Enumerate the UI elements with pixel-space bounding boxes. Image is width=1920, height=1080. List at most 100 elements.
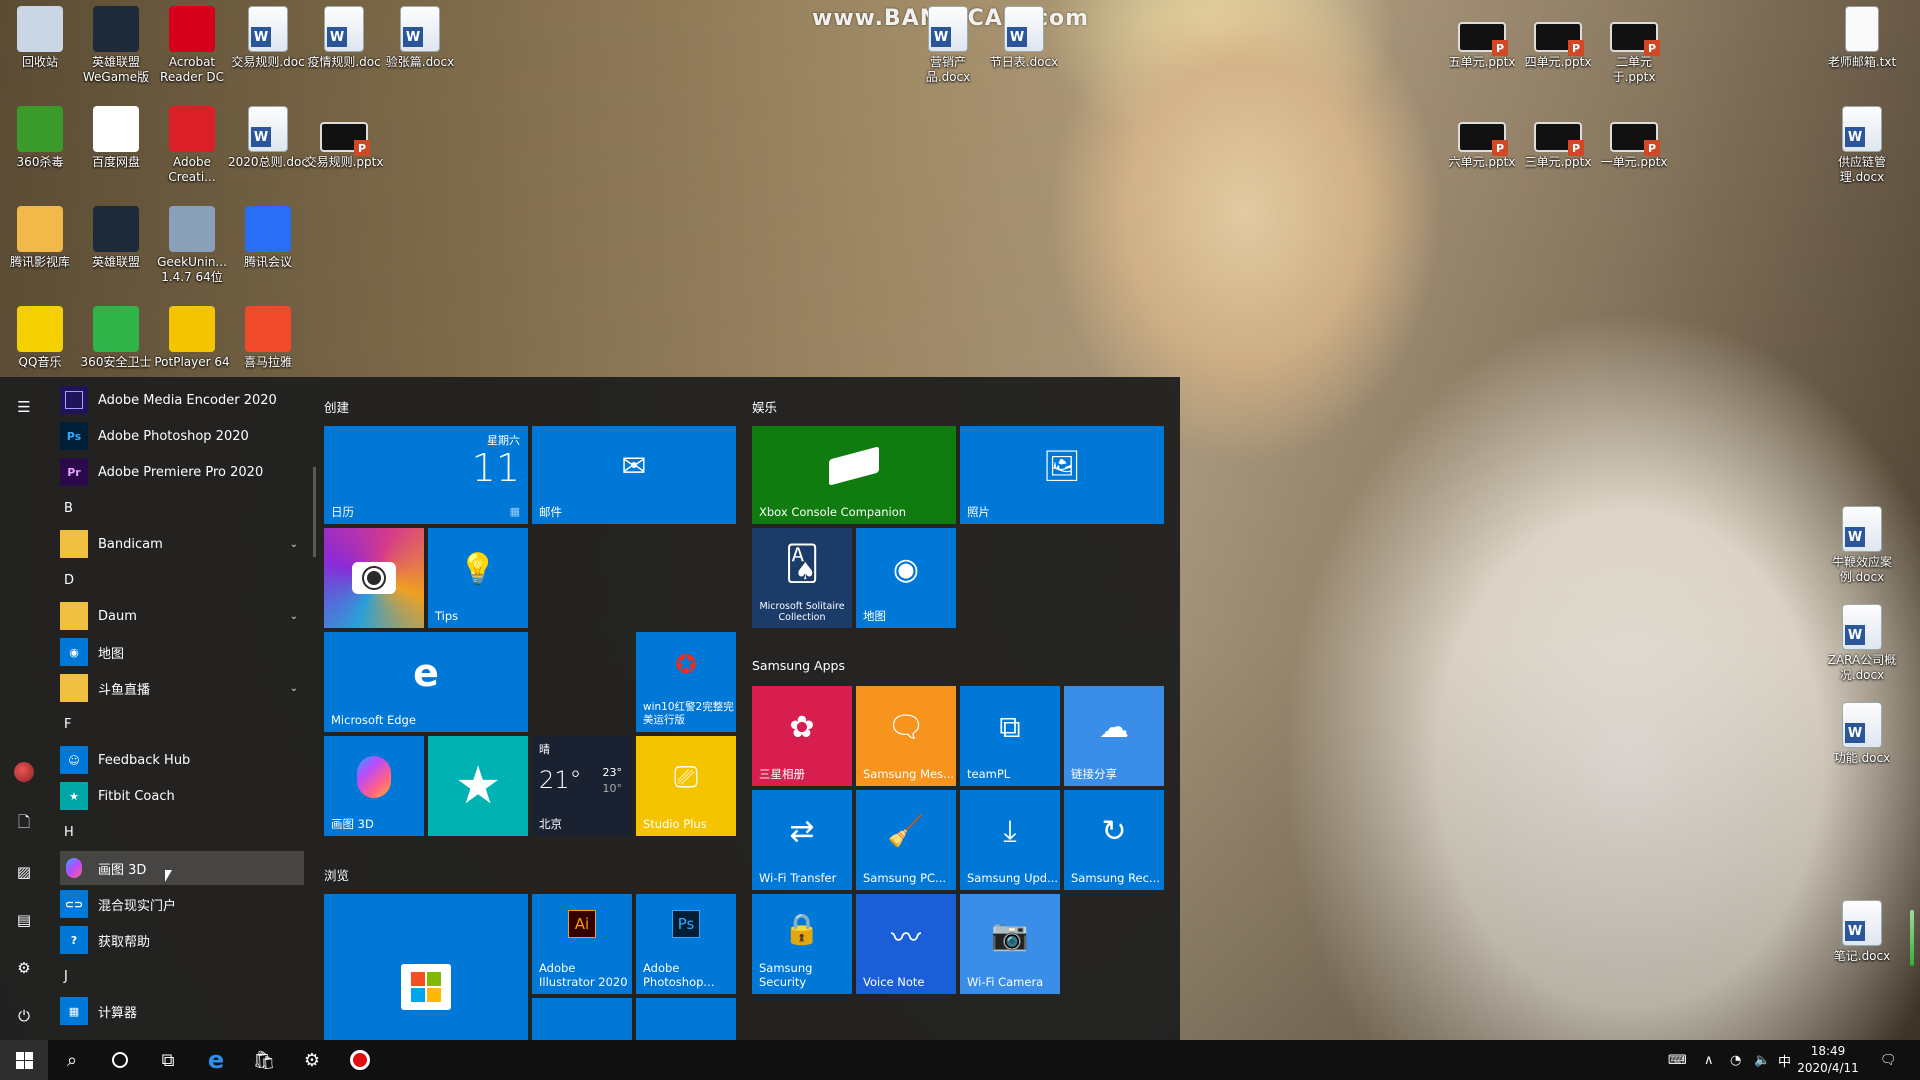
taskbar-bandicam[interactable]: [336, 1040, 384, 1080]
tile-maps[interactable]: ◉ 地图: [856, 528, 956, 628]
tile-adobe-illustrator[interactable]: Ai Adobe Illustrator 2020: [532, 894, 632, 994]
app-adobe-media-encoder[interactable]: Adobe Media Encoder 2020: [60, 383, 304, 417]
desktop-icon[interactable]: 交易规则.pptx: [304, 106, 384, 170]
group-title-browse[interactable]: 浏览: [324, 865, 349, 884]
section-letter-b[interactable]: B: [64, 501, 73, 516]
cortana-button[interactable]: [96, 1040, 144, 1080]
tile-samsung-messages[interactable]: 🗨 Samsung Mes...: [856, 686, 956, 786]
section-letter-h[interactable]: H: [64, 825, 74, 840]
app-daum-folder[interactable]: Daum ⌄: [60, 599, 304, 633]
desktop-icon[interactable]: 二单元 于.pptx: [1594, 6, 1674, 85]
start-button[interactable]: [0, 1040, 48, 1080]
tile-fitbit[interactable]: ★: [428, 736, 528, 836]
taskbar-settings[interactable]: ⚙: [288, 1040, 336, 1080]
search-button[interactable]: ⌕: [48, 1040, 96, 1080]
desktop-icon[interactable]: 节日表.docx: [984, 6, 1064, 70]
app-get-help[interactable]: ? 获取帮助: [60, 923, 304, 957]
settings-gear-icon[interactable]: ⚙: [14, 958, 34, 978]
tile-samsung-gallery[interactable]: ✿ 三星相册: [752, 686, 852, 786]
tile-voice-note[interactable]: 〰 Voice Note: [856, 894, 956, 994]
desktop-icon[interactable]: 五单元.pptx: [1442, 6, 1522, 70]
app-feedback-hub[interactable]: ☺ Feedback Hub: [60, 743, 304, 777]
desktop-icon[interactable]: 2020总则.doc: [228, 106, 308, 170]
tile-studio-plus[interactable]: ⎚ Studio Plus: [636, 736, 736, 836]
user-avatar[interactable]: [14, 762, 34, 782]
tray-chevron-up-icon[interactable]: ∧: [1704, 1040, 1714, 1080]
tray-network-icon[interactable]: ◔: [1730, 1040, 1741, 1080]
app-list-scrollbar[interactable]: [313, 467, 316, 557]
tile-samsung-recovery[interactable]: ↻ Samsung Rec...: [1064, 790, 1164, 890]
tile-xbox-console-companion[interactable]: Xbox Console Companion: [752, 426, 956, 524]
tile-camera[interactable]: [324, 528, 424, 628]
app-adobe-photoshop[interactable]: Ps Adobe Photoshop 2020: [60, 419, 304, 453]
pictures-icon[interactable]: ▨: [14, 862, 34, 882]
desktop-icon[interactable]: 疫情规则.doc: [304, 6, 384, 70]
tile-samsung-update[interactable]: ⤓ Samsung Upd...: [960, 790, 1060, 890]
tile-tips[interactable]: 💡 Tips: [428, 528, 528, 628]
tile-wifi-transfer[interactable]: ⇄ Wi-Fi Transfer: [752, 790, 852, 890]
desktop-icon[interactable]: 验张篇.docx: [380, 6, 460, 70]
tile-teampl[interactable]: ⧉ teamPL: [960, 686, 1060, 786]
file-explorer-icon[interactable]: ▤: [14, 910, 34, 930]
app-maps[interactable]: ◉ 地图: [60, 635, 304, 669]
task-view-button[interactable]: ⧉: [144, 1040, 192, 1080]
desktop-icon[interactable]: 一单元.pptx: [1594, 106, 1674, 170]
desktop-icon[interactable]: 老师邮箱.txt: [1822, 6, 1902, 70]
section-letter-f[interactable]: F: [64, 717, 71, 732]
desktop-icon[interactable]: 回收站: [0, 6, 80, 70]
tile-link-sharing[interactable]: ☁ 链接分享: [1064, 686, 1164, 786]
desktop-icon[interactable]: 交易规则.doc: [228, 6, 308, 70]
desktop-icon[interactable]: 腾讯影视库: [0, 206, 80, 270]
desktop-icon[interactable]: 英雄联盟WeGame版: [76, 6, 156, 85]
app-bandicam-folder[interactable]: Bandicam ⌄: [60, 527, 304, 561]
app-calculator[interactable]: ▦ 计算器: [60, 994, 304, 1028]
desktop-icon[interactable]: 牛鞭效应案例.docx: [1822, 506, 1902, 585]
tile-weather[interactable]: 晴 21° 23° 10° 北京: [532, 736, 632, 836]
desktop-icon[interactable]: 360安全卫士: [76, 306, 156, 370]
taskbar-store[interactable]: 🛍: [240, 1040, 288, 1080]
taskbar-clock[interactable]: 18:49 2020/4/11: [1788, 1043, 1868, 1077]
desktop-icon[interactable]: GeekUnin... 1.4.7 64位: [152, 206, 232, 285]
desktop-icon[interactable]: 六单元.pptx: [1442, 106, 1522, 170]
section-letter-d[interactable]: D: [64, 573, 74, 588]
desktop-icon[interactable]: 功能.docx: [1822, 702, 1902, 766]
tile-microsoft-edge[interactable]: e Microsoft Edge: [324, 632, 528, 732]
action-center-icon[interactable]: 🗨: [1880, 1040, 1897, 1080]
tile-red-alert-game[interactable]: ✪ win10红警2完整完美运行版: [636, 632, 736, 732]
app-mixed-reality-portal[interactable]: ⊂⊃ 混合现实门户: [60, 887, 304, 921]
desktop-icon[interactable]: 英雄联盟: [76, 206, 156, 270]
desktop-icon[interactable]: PotPlayer 64: [152, 306, 232, 370]
desktop-icon[interactable]: 营销产品.docx: [908, 6, 988, 85]
power-icon[interactable]: ⏻: [14, 1006, 34, 1026]
app-douyu-folder[interactable]: 斗鱼直播 ⌄: [60, 671, 304, 705]
desktop-icon[interactable]: Acrobat Reader DC: [152, 6, 232, 85]
desktop-icon[interactable]: 百度网盘: [76, 106, 156, 170]
taskbar-edge[interactable]: e: [192, 1040, 240, 1080]
tile-samsung-pc-cleaner[interactable]: 🧹 Samsung PC...: [856, 790, 956, 890]
group-title-samsung[interactable]: Samsung Apps: [752, 658, 845, 673]
section-letter-j[interactable]: J: [64, 969, 68, 984]
tile-paint-3d[interactable]: 画图 3D: [324, 736, 424, 836]
desktop-icon[interactable]: 笔记.docx: [1822, 900, 1902, 964]
tile-mail[interactable]: ✉ 邮件: [532, 426, 736, 524]
desktop-icon[interactable]: 供应链管理.docx: [1822, 106, 1902, 185]
tile-adobe-photoshop[interactable]: Ps Adobe Photoshop...: [636, 894, 736, 994]
desktop-icon[interactable]: 三单元.pptx: [1518, 106, 1598, 170]
desktop-icon[interactable]: 腾讯会议: [228, 206, 308, 270]
tile-solitaire[interactable]: 🂡 Microsoft Solitaire Collection: [752, 528, 852, 628]
tile-calendar[interactable]: 星期六 11 ▦ 日历: [324, 426, 528, 524]
tile-photos[interactable]: 🖼 照片: [960, 426, 1164, 524]
tile-wifi-camera[interactable]: 📷 Wi-Fi Camera: [960, 894, 1060, 994]
desktop-icon[interactable]: 360杀毒: [0, 106, 80, 170]
group-title-create[interactable]: 创建: [324, 397, 349, 416]
tray-keyboard-icon[interactable]: ⌨: [1668, 1040, 1687, 1080]
app-fitbit-coach[interactable]: ★ Fitbit Coach: [60, 779, 304, 813]
desktop-icon[interactable]: 喜马拉雅: [228, 306, 308, 370]
desktop-icon[interactable]: 四单元.pptx: [1518, 6, 1598, 70]
tile-partial-right[interactable]: [636, 998, 736, 1040]
tile-samsung-security[interactable]: 🔒 Samsung Security: [752, 894, 852, 994]
desktop-icon[interactable]: QQ音乐: [0, 306, 80, 370]
tile-partial-left[interactable]: [532, 998, 632, 1040]
desktop-icon[interactable]: Adobe Creati...: [152, 106, 232, 185]
group-title-entertainment[interactable]: 娱乐: [752, 397, 777, 416]
